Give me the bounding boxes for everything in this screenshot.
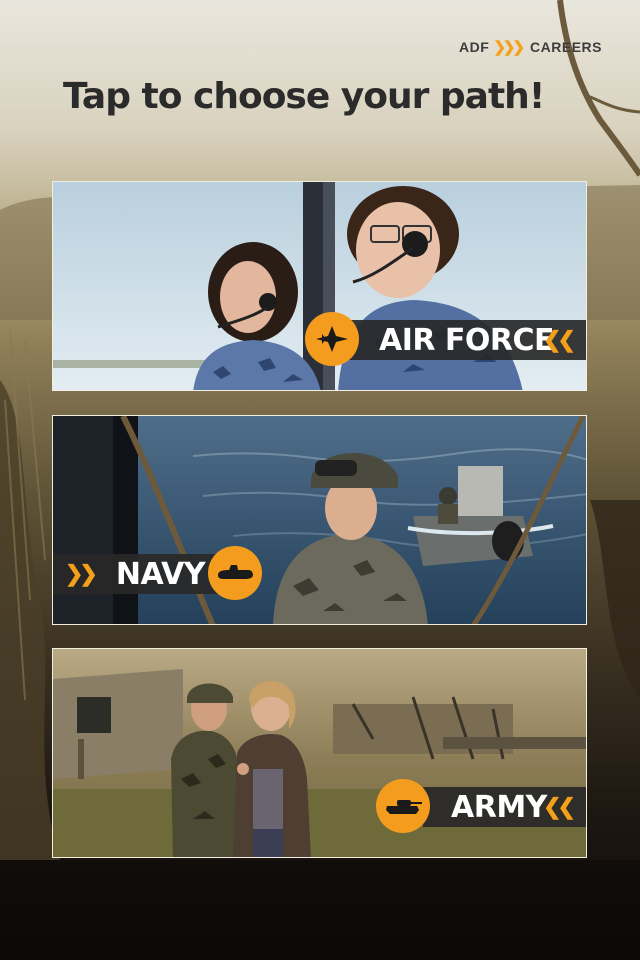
army-label: ARMY [451, 789, 547, 825]
tank-icon [376, 779, 430, 833]
army-card[interactable]: ARMY ❮❮ [52, 648, 587, 858]
air-force-label-bar: AIR FORCE ❮❮ [333, 320, 586, 360]
air-force-label: AIR FORCE [379, 322, 555, 358]
page-title: Tap to choose your path! [63, 76, 545, 117]
double-chevron-right-icon: ❯❯ [65, 561, 98, 586]
submarine-icon [208, 546, 262, 600]
air-force-card[interactable]: AIR FORCE ❮❮ [52, 181, 587, 391]
jet-icon [305, 312, 359, 366]
logo-careers-text: CAREERS [530, 39, 602, 55]
double-chevron-left-icon: ❮❮ [543, 794, 576, 819]
logo-adf-text: ADF [459, 39, 490, 55]
navy-card[interactable]: ❯❯ NAVY [52, 415, 587, 625]
double-chevron-left-icon: ❮❮ [543, 327, 576, 352]
army-label-bar: ARMY ❮❮ [423, 787, 586, 827]
adf-careers-logo[interactable]: ADF ❯❯❯ CAREERS [459, 38, 602, 56]
chevrons-icon: ❯❯❯ [493, 39, 525, 56]
navy-label: NAVY [115, 556, 206, 592]
